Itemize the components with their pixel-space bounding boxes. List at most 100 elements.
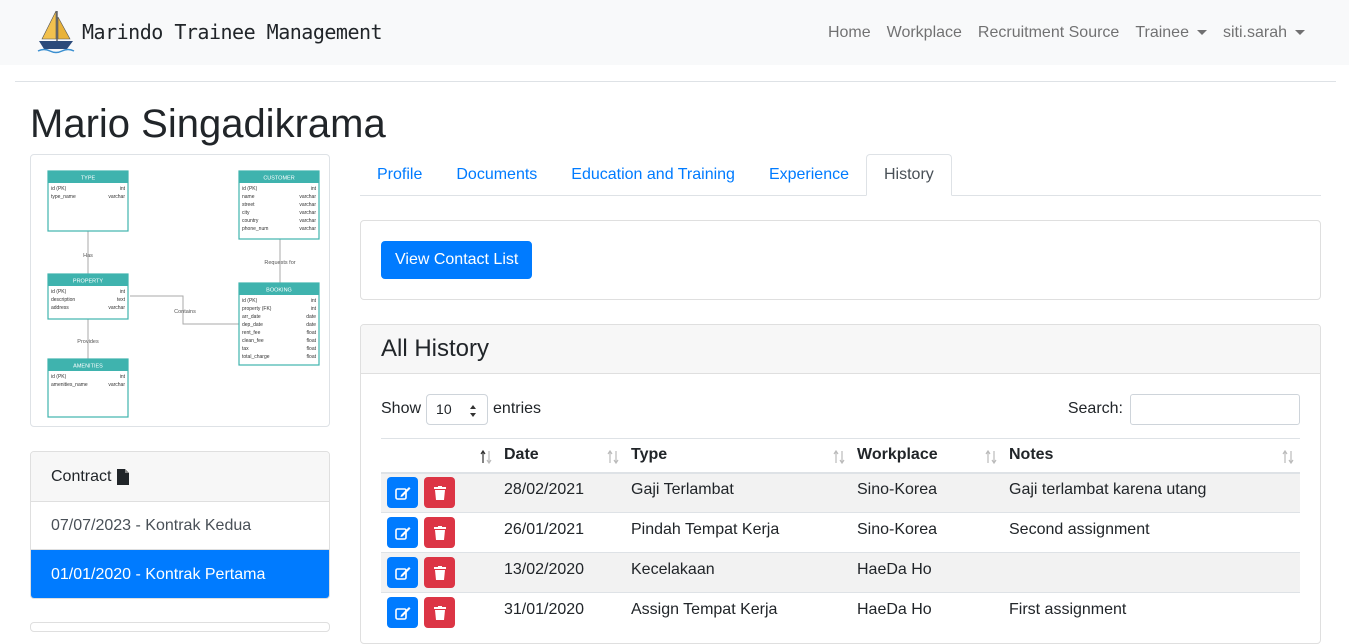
erd-field-type: date	[306, 322, 316, 328]
table-controls: Show 10 entries Search:	[381, 393, 1300, 425]
col-type-header[interactable]: Type	[625, 438, 851, 474]
history-card: All History Show 10 entries Search: Date…	[360, 324, 1321, 644]
edit-button[interactable]	[387, 477, 418, 509]
contract-item-kedua[interactable]: 07/07/2023 - Kontrak Kedua	[31, 502, 329, 550]
actions-cell	[381, 552, 498, 593]
edit-button[interactable]	[387, 557, 418, 588]
erd-field-type: varchar	[299, 210, 316, 216]
col-workplace-header[interactable]: Workplace	[851, 438, 1003, 474]
erd-field-name: city	[242, 210, 250, 216]
delete-button[interactable]	[424, 557, 455, 588]
sort-asc-icon	[480, 449, 492, 470]
erd-field-name: id (PK)	[242, 186, 258, 192]
erd-field-name: street	[242, 202, 255, 208]
erd-rel-requests: Requests for	[264, 260, 295, 266]
erd-field-name: country	[242, 218, 259, 224]
edit-button[interactable]	[387, 517, 418, 548]
notes-cell: Second assignment	[1003, 512, 1300, 553]
tab-history[interactable]: History	[866, 154, 952, 196]
date-cell: 26/01/2021	[498, 512, 625, 553]
nav-recruitment-source[interactable]: Recruitment Source	[970, 24, 1127, 42]
erd-table-title: AMENITIES	[73, 364, 103, 370]
nav-trainee-dropdown[interactable]: Trainee	[1127, 24, 1215, 42]
erd-field-type: varchar	[299, 226, 316, 232]
contract-card: Contract 07/07/2023 - Kontrak Kedua 01/0…	[30, 451, 330, 599]
entries-select[interactable]: 10	[426, 393, 489, 425]
erd-field-name: name	[242, 194, 255, 200]
erd-field-name: rent_fee	[242, 330, 261, 336]
search-control: Search:	[1068, 393, 1300, 425]
col-actions-header[interactable]	[381, 438, 498, 474]
type-cell: Gaji Terlambat	[625, 472, 851, 513]
col-notes-header[interactable]: Notes	[1003, 438, 1300, 474]
page-title: Mario Singadikrama	[30, 102, 386, 146]
erd-field-type: varchar	[108, 194, 125, 200]
erd-field-type: float	[307, 338, 317, 344]
contract-header: Contract	[31, 452, 329, 502]
erd-field-name: id (PK)	[51, 289, 67, 295]
actions-cell	[381, 592, 498, 633]
delete-button[interactable]	[424, 517, 455, 548]
col-type-label: Type	[631, 446, 668, 464]
entries-value: 10	[436, 401, 452, 417]
erd-field-type: int	[311, 298, 317, 304]
workplace-cell: Sino-Korea	[851, 512, 1003, 553]
type-cell: Kecelakaan	[625, 552, 851, 593]
contract-item-pertama[interactable]: 01/01/2020 - Kontrak Pertama	[31, 550, 329, 598]
edit-icon	[394, 486, 410, 500]
erd-field-name: arr_date	[242, 314, 261, 320]
trash-icon	[433, 525, 446, 540]
erd-image-card: Has Requests for Contains Provides TYPE i…	[30, 154, 330, 427]
notes-value: First assignment	[1009, 600, 1127, 618]
nav-workplace[interactable]: Workplace	[879, 24, 970, 42]
divider	[15, 81, 1336, 82]
edit-icon	[394, 606, 410, 620]
date-value: 28/02/2021	[504, 480, 585, 498]
tab-label: Profile	[377, 166, 423, 183]
sort-icon	[833, 449, 845, 470]
contract-item-label: 01/01/2020 - Kontrak Pertama	[51, 565, 266, 583]
tab-label: Experience	[768, 166, 849, 183]
erd-field-type: varchar	[108, 382, 125, 388]
nav-home-label: Home	[827, 23, 871, 41]
tab-education-training[interactable]: Education and Training	[554, 154, 752, 196]
workplace-value: Sino-Korea	[857, 520, 938, 538]
type-cell: Pindah Tempat Kerja	[625, 512, 851, 553]
tab-documents[interactable]: Documents	[439, 154, 554, 196]
nav-recruitment-label: Recruitment Source	[977, 23, 1120, 41]
entries-control: Show 10 entries	[381, 393, 541, 425]
brand[interactable]: Marindo Trainee Management	[36, 9, 383, 55]
workplace-value: HaeDa Ho	[857, 560, 932, 578]
erd-field-type: int	[120, 374, 126, 380]
erd-field-type: int	[311, 306, 317, 312]
erd-field-name: total_charge	[242, 354, 270, 360]
type-value: Pindah Tempat Kerja	[631, 520, 780, 538]
file-icon	[117, 468, 130, 485]
row-actions	[387, 597, 498, 629]
nav-home[interactable]: Home	[820, 24, 879, 42]
erd-field-type: int	[120, 186, 126, 192]
erd-field-type: varchar	[108, 305, 125, 311]
type-value: Assign Tempat Kerja	[631, 600, 778, 618]
delete-button[interactable]	[424, 597, 455, 629]
view-contact-list-button[interactable]: View Contact List	[381, 241, 533, 279]
show-label: Show	[381, 400, 422, 417]
tab-experience[interactable]: Experience	[752, 154, 866, 196]
col-date-header[interactable]: Date	[498, 438, 625, 474]
workplace-cell: HaeDa Ho	[851, 592, 1003, 633]
search-input[interactable]	[1130, 393, 1300, 425]
ship-logo-icon	[37, 10, 75, 54]
col-notes-label: Notes	[1009, 446, 1054, 464]
trash-icon	[433, 485, 446, 500]
delete-button[interactable]	[424, 477, 455, 509]
nav-user-dropdown[interactable]: siti.sarah	[1215, 24, 1313, 42]
edit-button[interactable]	[387, 597, 418, 629]
nav-trainee-label: Trainee	[1135, 23, 1189, 41]
date-value: 13/02/2020	[504, 560, 585, 578]
workplace-value: HaeDa Ho	[857, 600, 932, 618]
tab-label: Education and Training	[571, 166, 735, 183]
tab-profile[interactable]: Profile	[360, 154, 439, 196]
erd-field-name: dep_date	[242, 322, 263, 328]
contact-card: View Contact List	[360, 220, 1321, 300]
date-cell: 28/02/2021	[498, 472, 625, 513]
